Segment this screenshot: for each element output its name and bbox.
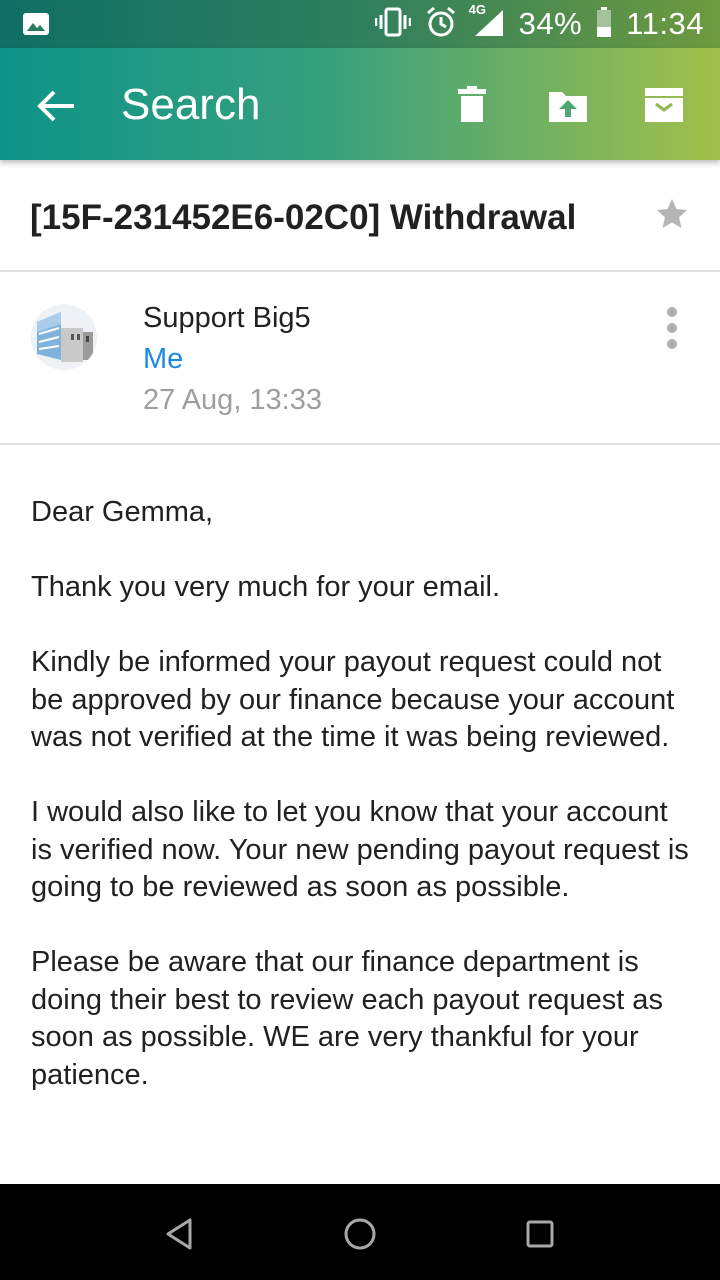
network-type: 4G xyxy=(468,1,487,17)
sender-name[interactable]: Support Big5 xyxy=(143,302,311,335)
navigation-bar xyxy=(0,1184,720,1280)
body-paragraph: Thank you very much for your email. xyxy=(31,571,501,603)
email-date: 27 Aug, 13:33 xyxy=(143,384,322,416)
star-icon[interactable] xyxy=(654,196,690,237)
delete-icon[interactable] xyxy=(450,84,494,128)
email-body: Dear Gemma, Thank you very much for your… xyxy=(31,494,691,1132)
back-arrow-icon[interactable] xyxy=(32,82,80,130)
battery-icon xyxy=(596,6,612,43)
home-circle-icon[interactable] xyxy=(338,1212,382,1256)
body-paragraph: I would also like to let you know that y… xyxy=(31,796,689,903)
signal-icon: 4G xyxy=(469,2,505,43)
status-bar: 4G 34% 11:34 xyxy=(0,0,720,48)
recents-square-icon[interactable] xyxy=(518,1212,562,1256)
battery-percent: 34% xyxy=(518,6,583,41)
move-to-folder-icon[interactable] xyxy=(546,84,590,128)
app-bar-title: Search xyxy=(121,80,261,129)
email-subject: [15F-231452E6-02C0] Withdrawal xyxy=(30,198,577,237)
sender-row: Support Big5 Me 27 Aug, 13:33 xyxy=(0,272,720,445)
more-options-icon[interactable] xyxy=(660,306,684,350)
image-icon xyxy=(22,10,50,38)
alarm-icon xyxy=(425,6,457,43)
clock: 11:34 xyxy=(626,6,704,41)
subject-row: [15F-231452E6-02C0] Withdrawal xyxy=(0,160,720,272)
vibrate-icon xyxy=(374,6,411,43)
back-triangle-icon[interactable] xyxy=(158,1212,202,1256)
archive-icon[interactable] xyxy=(642,84,686,128)
body-paragraph: Dear Gemma, xyxy=(31,496,214,528)
app-bar: Search xyxy=(0,48,720,160)
recipient-link[interactable]: Me xyxy=(143,343,183,376)
body-paragraph: Kindly be informed your payout request c… xyxy=(31,646,675,753)
avatar[interactable] xyxy=(31,304,97,370)
body-paragraph: Please be aware that our finance departm… xyxy=(31,946,663,1091)
